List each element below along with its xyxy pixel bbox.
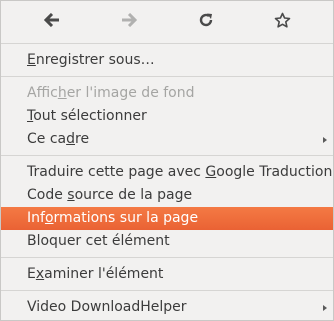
separator: [1, 155, 333, 156]
back-button[interactable]: [32, 5, 72, 35]
menu-item-inspect-element[interactable]: Examiner l'élément: [1, 263, 333, 286]
menu-item-video-downloadhelper[interactable]: Video DownloadHelper: [1, 296, 333, 319]
menu-item-view-source[interactable]: Code source de la page: [1, 184, 333, 207]
separator: [1, 290, 333, 291]
reload-button[interactable]: [186, 5, 226, 35]
submenu-arrow-icon: [323, 305, 327, 311]
separator: [1, 76, 333, 77]
forward-button[interactable]: [109, 5, 149, 35]
reload-icon: [199, 13, 212, 27]
separator: [1, 257, 333, 258]
menu-item-this-frame[interactable]: Ce cadre: [1, 128, 333, 151]
separator: [1, 43, 333, 44]
menu-item-select-all[interactable]: Tout sélectionner: [1, 105, 333, 128]
context-menu: Enregistrer sous… Afficher l'image de fo…: [0, 0, 334, 321]
menu-item-save-as[interactable]: Enregistrer sous…: [1, 49, 333, 72]
menu-item-translate-page[interactable]: Traduire cette page avec Google Traducti…: [1, 161, 333, 184]
menu-item-block-element[interactable]: Bloquer cet élément: [1, 230, 333, 253]
menu-item-page-info[interactable]: Informations sur la page: [1, 207, 333, 230]
menu-item-view-background-image[interactable]: Afficher l'image de fond: [1, 82, 333, 105]
arrow-right-icon: [121, 13, 137, 27]
submenu-arrow-icon: [323, 137, 327, 143]
navigation-row: [1, 1, 333, 39]
arrow-left-icon: [43, 13, 59, 27]
star-icon: [274, 12, 291, 28]
bookmark-button[interactable]: [263, 5, 303, 35]
